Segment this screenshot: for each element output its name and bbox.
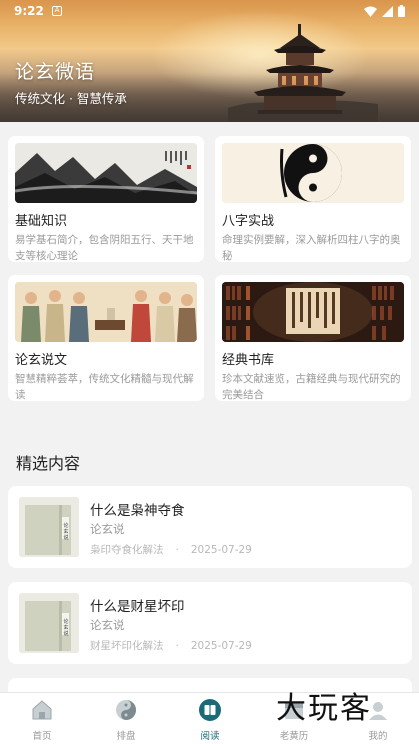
- nav-label: 老黄历: [279, 731, 309, 742]
- nav-label: 排盘: [116, 731, 136, 742]
- scholars-image: [15, 282, 197, 342]
- battery-icon: [398, 5, 405, 17]
- card-description: 智慧精粹荟萃，传统文化精髓与现代解读: [15, 373, 194, 401]
- card-description: 易学基石简介，包含阴阳五行、天干地支等核心理论: [15, 234, 194, 262]
- hero-banner: 9:22 A 论玄微语 传统文化 · 智慧传承: [0, 0, 419, 122]
- app-title: 论玄微语: [15, 61, 96, 83]
- card-basics[interactable]: 基础知识 易学基石简介，包含阴阳五行、天干地支等核心理论: [8, 136, 204, 262]
- notification-icon: A: [52, 6, 62, 16]
- meta-dot: ·: [175, 640, 179, 652]
- meta-dot: ·: [175, 544, 179, 556]
- featured-date: 2025-07-29: [190, 640, 252, 652]
- card-classics-library[interactable]: 经典书库 珍本文献速览，古籍经典与现代研究的完美结合: [215, 275, 411, 401]
- card-title: 基础知识: [15, 214, 68, 229]
- status-time: 9:22: [14, 4, 44, 18]
- featured-item[interactable]: 论 玄 说 什么是枭神夺食 论玄说 枭印夺食化解法 · 2025-07-29: [8, 486, 412, 568]
- featured-date: 2025-07-29: [190, 544, 252, 556]
- nav-chart[interactable]: 排盘: [96, 699, 156, 742]
- nav-label: 首页: [32, 731, 52, 742]
- section-title: 精选内容: [16, 454, 81, 473]
- featured-meta: 枭印夺食化解法 · 2025-07-29: [90, 542, 264, 557]
- svg-text:玄: 玄: [64, 528, 69, 535]
- featured-title: 什么是枭神夺食: [90, 503, 185, 519]
- featured-tag: 枭印夺食化解法: [90, 544, 164, 556]
- nav-label: 我的: [368, 731, 388, 742]
- library-image: [222, 282, 404, 342]
- ink-mountain-image: [15, 143, 197, 203]
- featured-meta: 财星坏印化解法 · 2025-07-29: [90, 638, 264, 653]
- book-icon: [199, 699, 221, 721]
- svg-text:说: 说: [64, 630, 69, 637]
- featured-tag: 财星坏印化解法: [90, 640, 164, 652]
- wifi-icon: [364, 6, 377, 17]
- app-subtitle: 传统文化 · 智慧传承: [15, 91, 127, 106]
- svg-text:说: 说: [64, 534, 69, 541]
- status-bar: 9:22 A: [0, 0, 419, 24]
- featured-author: 论玄说: [90, 618, 125, 632]
- watermark-logo: 大玩客: [276, 691, 372, 726]
- nav-label: 阅读: [200, 731, 220, 742]
- card-bazi-practice[interactable]: 八字实战 命理实例要解，深入解析四柱八字的奥秘: [215, 136, 411, 262]
- card-title: 八字实战: [222, 214, 275, 229]
- card-title: 经典书库: [222, 353, 275, 368]
- system-icons: [364, 5, 405, 17]
- featured-item[interactable]: 论 玄 说 什么是财星坏印 论玄说 财星坏印化解法 · 2025-07-29: [8, 582, 412, 664]
- book-cover: 论 玄 说: [19, 497, 79, 557]
- nav-reading[interactable]: 阅读: [180, 699, 240, 742]
- yinyang-icon: [116, 700, 136, 720]
- card-description: 命理实例要解，深入解析四柱八字的奥秘: [222, 234, 401, 262]
- card-title: 论玄说文: [15, 353, 68, 368]
- svg-text:论: 论: [64, 618, 69, 625]
- svg-text:论: 论: [64, 522, 69, 529]
- card-discourse[interactable]: 论玄说文 智慧精粹荟萃，传统文化精髓与现代解读: [8, 275, 204, 401]
- featured-author: 论玄说: [90, 522, 125, 536]
- yinyang-image: [222, 143, 404, 203]
- book-cover: 论 玄 说: [19, 593, 79, 653]
- card-description: 珍本文献速览，古籍经典与现代研究的完美结合: [222, 373, 401, 401]
- nav-home[interactable]: 首页: [12, 699, 72, 742]
- svg-text:玄: 玄: [64, 624, 69, 631]
- home-icon: [32, 700, 52, 720]
- signal-icon: [382, 5, 393, 17]
- featured-title: 什么是财星坏印: [90, 599, 185, 615]
